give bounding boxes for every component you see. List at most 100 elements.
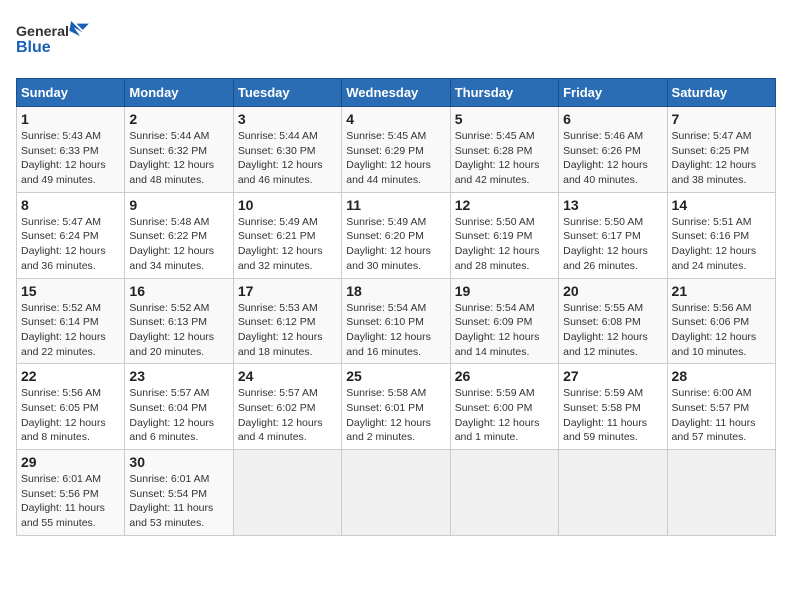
calendar-cell: 12 Sunrise: 5:50 AM Sunset: 6:19 PM Dayli… [450, 192, 558, 278]
day-number: 25 [346, 368, 445, 384]
calendar-cell: 14 Sunrise: 5:51 AM Sunset: 6:16 PM Dayli… [667, 192, 775, 278]
day-number: 9 [129, 197, 228, 213]
calendar-body: 1 Sunrise: 5:43 AM Sunset: 6:33 PM Daylig… [17, 107, 776, 536]
calendar-cell: 13 Sunrise: 5:50 AM Sunset: 6:17 PM Dayli… [559, 192, 667, 278]
calendar-cell: 28 Sunrise: 6:00 AM Sunset: 5:57 PM Dayli… [667, 364, 775, 450]
weekday-header-monday: Monday [125, 79, 233, 107]
logo-svg: General Blue [16, 16, 96, 66]
day-number: 20 [563, 283, 662, 299]
day-number: 16 [129, 283, 228, 299]
day-info: Sunrise: 5:59 AM Sunset: 5:58 PM Dayligh… [563, 386, 662, 445]
weekday-header-thursday: Thursday [450, 79, 558, 107]
day-number: 24 [238, 368, 337, 384]
day-number: 12 [455, 197, 554, 213]
calendar-cell: 1 Sunrise: 5:43 AM Sunset: 6:33 PM Daylig… [17, 107, 125, 193]
calendar-table: SundayMondayTuesdayWednesdayThursdayFrid… [16, 78, 776, 536]
calendar-week-1: 1 Sunrise: 5:43 AM Sunset: 6:33 PM Daylig… [17, 107, 776, 193]
calendar-cell: 20 Sunrise: 5:55 AM Sunset: 6:08 PM Dayli… [559, 278, 667, 364]
day-info: Sunrise: 5:43 AM Sunset: 6:33 PM Dayligh… [21, 129, 120, 188]
weekday-header-sunday: Sunday [17, 79, 125, 107]
day-number: 22 [21, 368, 120, 384]
weekday-header-saturday: Saturday [667, 79, 775, 107]
day-info: Sunrise: 5:52 AM Sunset: 6:14 PM Dayligh… [21, 301, 120, 360]
calendar-cell: 9Sunrise: 5:48 AM Sunset: 6:22 PM Daylig… [125, 192, 233, 278]
calendar-cell: 15 Sunrise: 5:52 AM Sunset: 6:14 PM Dayli… [17, 278, 125, 364]
calendar-cell: 3 Sunrise: 5:44 AM Sunset: 6:30 PM Daylig… [233, 107, 341, 193]
day-info: Sunrise: 5:49 AM Sunset: 6:21 PM Dayligh… [238, 215, 337, 274]
day-info: Sunrise: 5:49 AM Sunset: 6:20 PM Dayligh… [346, 215, 445, 274]
day-info: Sunrise: 5:53 AM Sunset: 6:12 PM Dayligh… [238, 301, 337, 360]
calendar-cell: 24 Sunrise: 5:57 AM Sunset: 6:02 PM Dayli… [233, 364, 341, 450]
day-number: 2 [129, 111, 228, 127]
calendar-week-5: 29 Sunrise: 6:01 AM Sunset: 5:56 PM Dayli… [17, 450, 776, 536]
day-info: Sunrise: 5:46 AM Sunset: 6:26 PM Dayligh… [563, 129, 662, 188]
calendar-cell: 16 Sunrise: 5:52 AM Sunset: 6:13 PM Dayli… [125, 278, 233, 364]
weekday-header-friday: Friday [559, 79, 667, 107]
day-number: 5 [455, 111, 554, 127]
day-number: 21 [672, 283, 771, 299]
day-info: Sunrise: 5:44 AM Sunset: 6:32 PM Dayligh… [129, 129, 228, 188]
calendar-cell: 11 Sunrise: 5:49 AM Sunset: 6:20 PM Dayli… [342, 192, 450, 278]
day-info: Sunrise: 5:52 AM Sunset: 6:13 PM Dayligh… [129, 301, 228, 360]
day-number: 28 [672, 368, 771, 384]
day-number: 15 [21, 283, 120, 299]
day-number: 8 [21, 197, 120, 213]
day-number: 27 [563, 368, 662, 384]
calendar-cell [342, 450, 450, 536]
day-number: 10 [238, 197, 337, 213]
calendar-cell: 25 Sunrise: 5:58 AM Sunset: 6:01 PM Dayli… [342, 364, 450, 450]
calendar-cell: 2 Sunrise: 5:44 AM Sunset: 6:32 PM Daylig… [125, 107, 233, 193]
day-number: 1 [21, 111, 120, 127]
day-number: 17 [238, 283, 337, 299]
calendar-week-2: 8 Sunrise: 5:47 AM Sunset: 6:24 PM Daylig… [17, 192, 776, 278]
day-info: Sunrise: 5:54 AM Sunset: 6:10 PM Dayligh… [346, 301, 445, 360]
day-number: 29 [21, 454, 120, 470]
calendar-cell: 10 Sunrise: 5:49 AM Sunset: 6:21 PM Dayli… [233, 192, 341, 278]
calendar-cell: 19Sunrise: 5:54 AM Sunset: 6:09 PM Dayli… [450, 278, 558, 364]
calendar-cell: 23 Sunrise: 5:57 AM Sunset: 6:04 PM Dayli… [125, 364, 233, 450]
day-info: Sunrise: 5:51 AM Sunset: 6:16 PM Dayligh… [672, 215, 771, 274]
day-number: 26 [455, 368, 554, 384]
day-info: Sunrise: 5:57 AM Sunset: 6:04 PM Dayligh… [129, 386, 228, 445]
day-info: Sunrise: 5:55 AM Sunset: 6:08 PM Dayligh… [563, 301, 662, 360]
day-info: Sunrise: 6:00 AM Sunset: 5:57 PM Dayligh… [672, 386, 771, 445]
day-info: Sunrise: 5:50 AM Sunset: 6:17 PM Dayligh… [563, 215, 662, 274]
calendar-cell [450, 450, 558, 536]
day-info: Sunrise: 5:58 AM Sunset: 6:01 PM Dayligh… [346, 386, 445, 445]
calendar-cell [559, 450, 667, 536]
day-info: Sunrise: 5:44 AM Sunset: 6:30 PM Dayligh… [238, 129, 337, 188]
calendar-cell: 29 Sunrise: 6:01 AM Sunset: 5:56 PM Dayli… [17, 450, 125, 536]
day-number: 13 [563, 197, 662, 213]
day-info: Sunrise: 5:56 AM Sunset: 6:05 PM Dayligh… [21, 386, 120, 445]
weekday-header-wednesday: Wednesday [342, 79, 450, 107]
day-number: 6 [563, 111, 662, 127]
calendar-cell: 4 Sunrise: 5:45 AM Sunset: 6:29 PM Daylig… [342, 107, 450, 193]
day-info: Sunrise: 5:56 AM Sunset: 6:06 PM Dayligh… [672, 301, 771, 360]
day-info: Sunrise: 6:01 AM Sunset: 5:56 PM Dayligh… [21, 472, 120, 531]
calendar-cell: 27 Sunrise: 5:59 AM Sunset: 5:58 PM Dayli… [559, 364, 667, 450]
calendar-cell: 30Sunrise: 6:01 AM Sunset: 5:54 PM Dayli… [125, 450, 233, 536]
day-info: Sunrise: 5:45 AM Sunset: 6:29 PM Dayligh… [346, 129, 445, 188]
calendar-cell: 5Sunrise: 5:45 AM Sunset: 6:28 PM Daylig… [450, 107, 558, 193]
day-info: Sunrise: 5:47 AM Sunset: 6:25 PM Dayligh… [672, 129, 771, 188]
calendar-week-4: 22 Sunrise: 5:56 AM Sunset: 6:05 PM Dayli… [17, 364, 776, 450]
svg-text:Blue: Blue [16, 39, 51, 56]
day-number: 18 [346, 283, 445, 299]
day-info: Sunrise: 5:59 AM Sunset: 6:00 PM Dayligh… [455, 386, 554, 445]
day-info: Sunrise: 5:50 AM Sunset: 6:19 PM Dayligh… [455, 215, 554, 274]
day-number: 3 [238, 111, 337, 127]
day-number: 30 [129, 454, 228, 470]
calendar-cell: 26 Sunrise: 5:59 AM Sunset: 6:00 PM Dayli… [450, 364, 558, 450]
weekday-header-tuesday: Tuesday [233, 79, 341, 107]
day-info: Sunrise: 5:47 AM Sunset: 6:24 PM Dayligh… [21, 215, 120, 274]
day-number: 7 [672, 111, 771, 127]
day-number: 14 [672, 197, 771, 213]
calendar-cell [233, 450, 341, 536]
day-number: 23 [129, 368, 228, 384]
day-number: 11 [346, 197, 445, 213]
logo: General Blue [16, 16, 96, 66]
calendar-cell: 17 Sunrise: 5:53 AM Sunset: 6:12 PM Dayli… [233, 278, 341, 364]
day-info: Sunrise: 5:57 AM Sunset: 6:02 PM Dayligh… [238, 386, 337, 445]
day-number: 4 [346, 111, 445, 127]
calendar-cell: 6 Sunrise: 5:46 AM Sunset: 6:26 PM Daylig… [559, 107, 667, 193]
